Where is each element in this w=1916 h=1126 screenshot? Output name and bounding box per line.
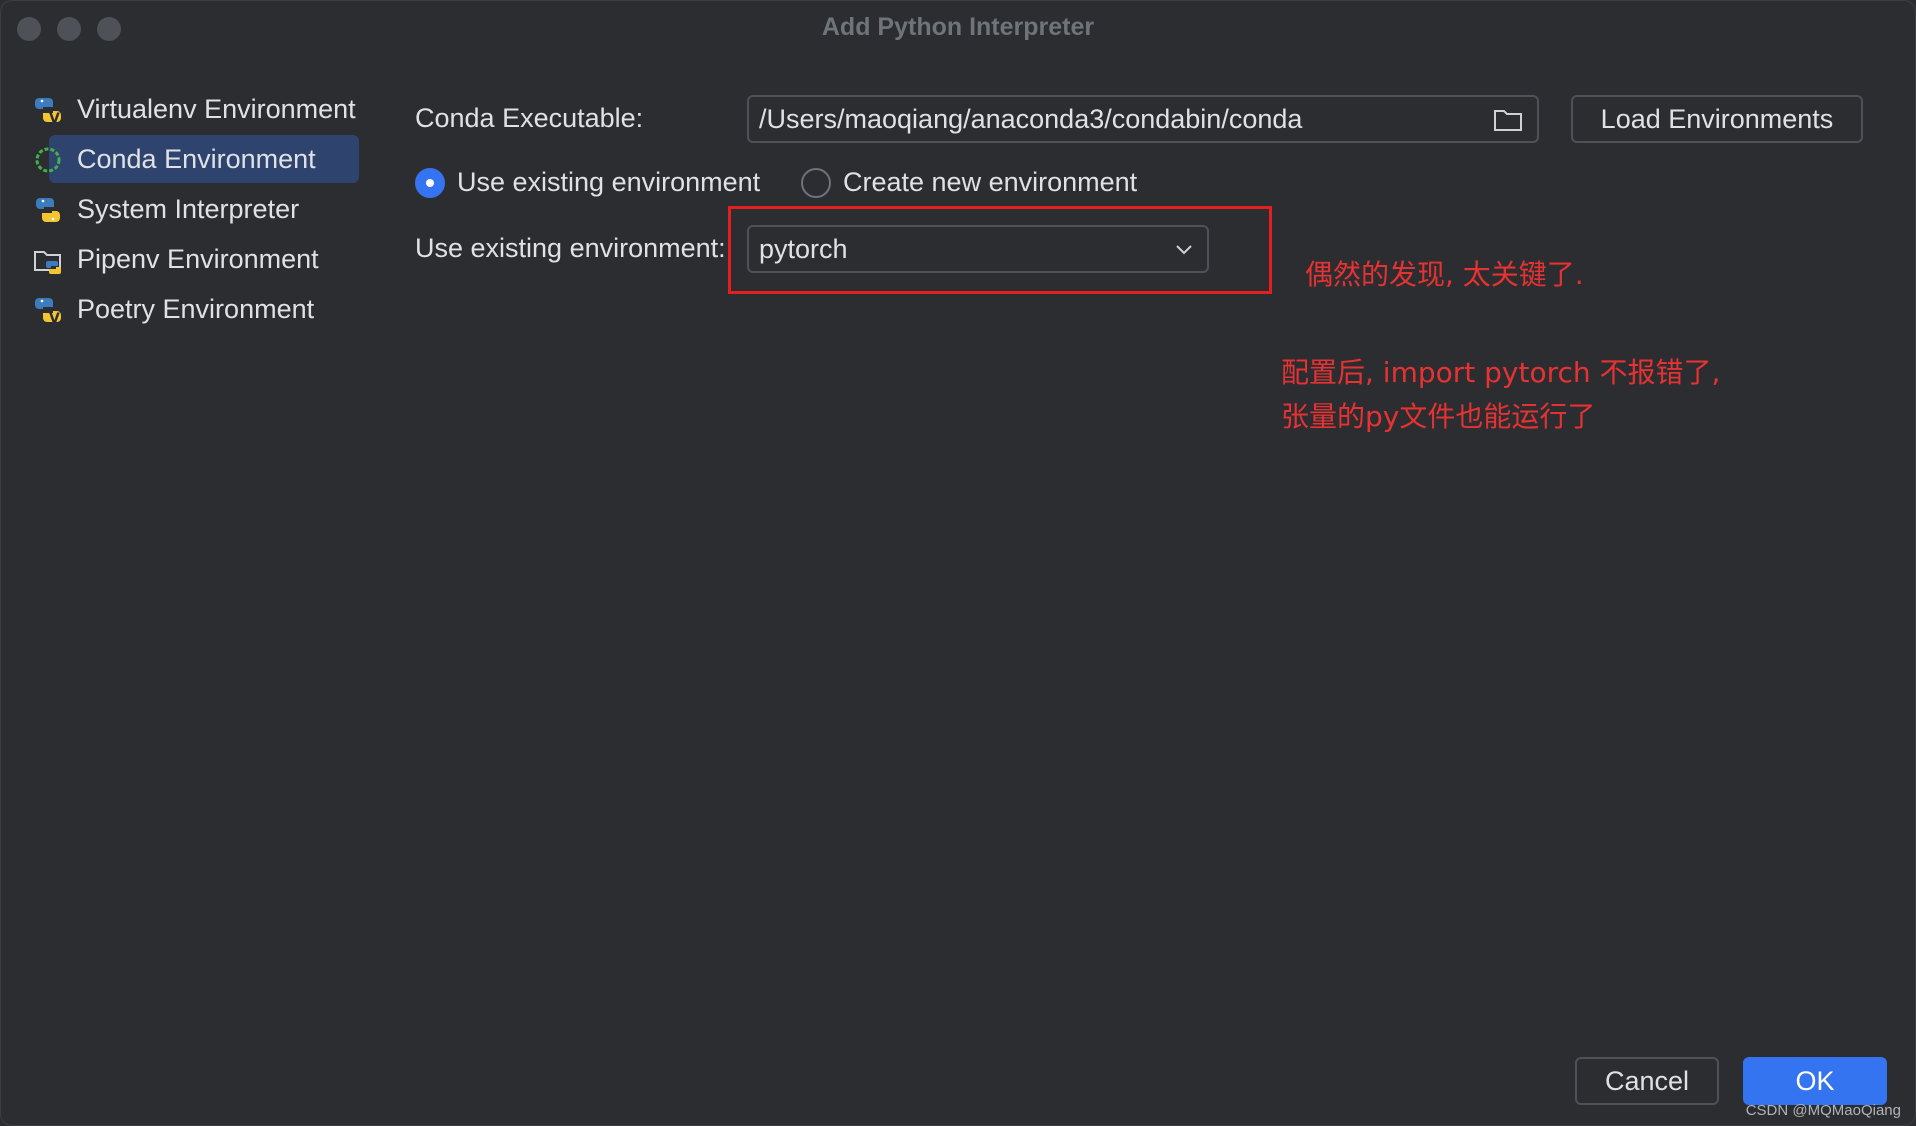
dialog-window: Add Python Interpreter V Virtualenv Envi… <box>0 0 1916 1126</box>
watermark: CSDN @MQMaoQiang <box>1745 1102 1901 1119</box>
create-new-radio-label[interactable]: Create new environment <box>843 167 1137 198</box>
annotation-note-2-line-1: 配置后, import pytorch 不报错了, <box>1281 356 1721 389</box>
sidebar-item-label: Pipenv Environment <box>77 243 319 274</box>
conda-executable-value: /Users/maoqiang/anaconda3/condabin/conda <box>759 103 1303 134</box>
use-existing-radio-label[interactable]: Use existing environment <box>457 167 760 198</box>
conda-icon <box>35 147 61 173</box>
annotation-note-1: 偶然的发现, 太关键了. <box>1305 258 1584 291</box>
folder-browse-icon[interactable] <box>1493 108 1523 132</box>
conda-executable-label: Conda Executable: <box>415 103 644 133</box>
annotation-note-2-line-2: 张量的py文件也能运行了 <box>1281 400 1596 433</box>
sidebar-item-label: Conda Environment <box>77 143 316 174</box>
sidebar-item-virtualenv[interactable]: V Virtualenv Environment <box>31 85 361 133</box>
existing-environment-label: Use existing environment: <box>415 233 726 263</box>
sidebar-item-label: System Interpreter <box>77 193 300 224</box>
use-existing-radio[interactable] <box>415 168 445 198</box>
create-new-radio[interactable] <box>801 168 831 198</box>
pipenv-folder-icon <box>34 251 61 274</box>
title-bar: Add Python Interpreter <box>1 1 1915 55</box>
highlight-box <box>728 206 1272 294</box>
sidebar-item-conda[interactable]: Conda Environment <box>31 135 361 183</box>
python-icon <box>36 198 60 222</box>
sidebar-item-poetry[interactable]: V Poetry Environment <box>31 285 361 333</box>
interpreter-type-list: V Virtualenv Environment Conda Environme… <box>31 85 371 335</box>
load-environments-button[interactable]: Load Environments <box>1571 95 1863 143</box>
sidebar-item-pipenv[interactable]: Pipenv Environment <box>31 235 361 283</box>
svg-text:V: V <box>49 311 60 325</box>
poetry-icon: V <box>35 298 61 325</box>
dialog-title: Add Python Interpreter <box>821 13 1095 41</box>
sidebar-item-label: Virtualenv Environment <box>77 93 356 124</box>
ok-button[interactable]: OK <box>1743 1057 1887 1105</box>
sidebar-item-label: Poetry Environment <box>77 293 315 324</box>
conda-executable-field[interactable]: /Users/maoqiang/anaconda3/condabin/conda <box>747 95 1539 143</box>
cancel-button[interactable]: Cancel <box>1575 1057 1719 1105</box>
sidebar-item-system-interpreter[interactable]: System Interpreter <box>31 185 361 233</box>
virtualenv-icon: V <box>35 98 61 125</box>
svg-text:V: V <box>49 111 60 125</box>
